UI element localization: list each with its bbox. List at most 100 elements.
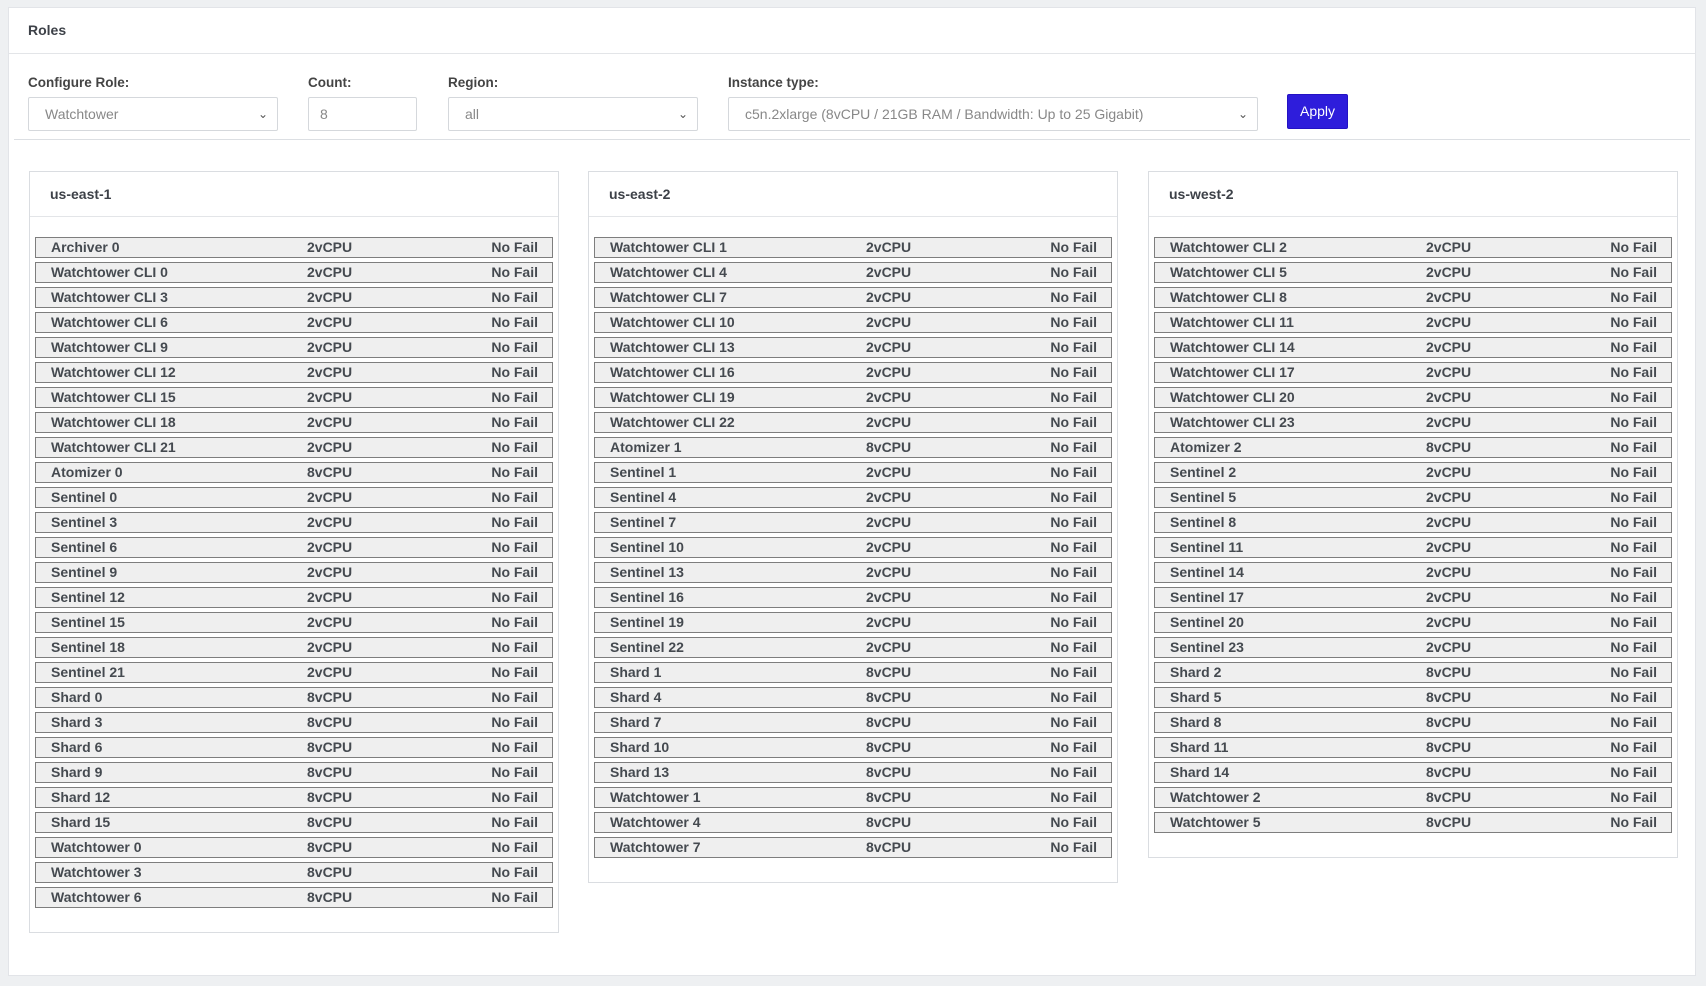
node-name: Sentinel 7	[610, 514, 677, 530]
node-name: Watchtower CLI 17	[1170, 364, 1295, 380]
node-row: Sentinel 14 2vCPU No Fail	[1154, 562, 1672, 583]
node-row: Watchtower CLI 18 2vCPU No Fail	[35, 412, 553, 433]
node-status: No Fail	[1610, 814, 1657, 830]
region-panel-us-east-1: us-east-1 Archiver 0 2vCPU No Fail Watchtow…	[29, 171, 559, 933]
node-name: Watchtower CLI 15	[51, 389, 176, 405]
region-select-value: all	[465, 106, 480, 122]
chevron-down-icon: ⌄	[257, 107, 268, 121]
node-cpu: 2vCPU	[866, 389, 912, 405]
node-row: Watchtower CLI 5 2vCPU No Fail	[1154, 262, 1672, 283]
node-cpu: 2vCPU	[866, 289, 912, 305]
node-cpu: 2vCPU	[307, 614, 353, 630]
node-row: Watchtower CLI 4 2vCPU No Fail	[594, 262, 1112, 283]
role-field-group: Configure Role: Watchtower ⌄	[28, 74, 278, 131]
node-row: Watchtower CLI 9 2vCPU No Fail	[35, 337, 553, 358]
node-cpu: 8vCPU	[1426, 664, 1472, 680]
node-cpu: 2vCPU	[866, 314, 912, 330]
node-row: Watchtower CLI 12 2vCPU No Fail	[35, 362, 553, 383]
node-name: Watchtower 0	[51, 839, 142, 855]
instance-type-select[interactable]: c5n.2xlarge (8vCPU / 21GB RAM / Bandwidt…	[728, 97, 1258, 131]
node-name: Sentinel 18	[51, 639, 125, 655]
node-row: Watchtower 7 8vCPU No Fail	[594, 837, 1112, 858]
node-row: Shard 13 8vCPU No Fail	[594, 762, 1112, 783]
node-row: Sentinel 23 2vCPU No Fail	[1154, 637, 1672, 658]
node-row: Archiver 0 2vCPU No Fail	[35, 237, 553, 258]
node-status: No Fail	[1610, 739, 1657, 755]
roles-card: Roles Configure Role: Watchtower ⌄ Count…	[8, 7, 1696, 976]
node-cpu: 8vCPU	[307, 839, 353, 855]
role-select[interactable]: Watchtower ⌄	[28, 97, 278, 131]
region-select[interactable]: all ⌄	[448, 97, 698, 131]
node-cpu: 8vCPU	[307, 689, 353, 705]
node-row: Shard 6 8vCPU No Fail	[35, 737, 553, 758]
node-row: Watchtower 3 8vCPU No Fail	[35, 862, 553, 883]
node-name: Shard 15	[51, 814, 111, 830]
node-name: Watchtower 6	[51, 889, 142, 905]
node-name: Archiver 0	[51, 239, 120, 255]
node-row: Sentinel 6 2vCPU No Fail	[35, 537, 553, 558]
node-name: Watchtower CLI 23	[1170, 414, 1295, 430]
node-row: Sentinel 7 2vCPU No Fail	[594, 512, 1112, 533]
node-status: No Fail	[491, 664, 538, 680]
node-cpu: 2vCPU	[307, 564, 353, 580]
node-name: Shard 12	[51, 789, 111, 805]
node-name: Shard 4	[610, 689, 662, 705]
node-name: Watchtower 3	[51, 864, 142, 880]
node-name: Watchtower CLI 4	[610, 264, 727, 280]
node-cpu: 2vCPU	[1426, 339, 1472, 355]
node-name: Watchtower CLI 12	[51, 364, 176, 380]
node-status: No Fail	[1050, 664, 1097, 680]
node-row: Shard 7 8vCPU No Fail	[594, 712, 1112, 733]
node-status: No Fail	[1610, 564, 1657, 580]
node-cpu: 8vCPU	[1426, 689, 1472, 705]
node-status: No Fail	[1050, 764, 1097, 780]
node-status: No Fail	[1050, 514, 1097, 530]
node-row: Sentinel 19 2vCPU No Fail	[594, 612, 1112, 633]
node-name: Shard 11	[1170, 739, 1229, 755]
node-name: Shard 5	[1170, 689, 1222, 705]
node-cpu: 8vCPU	[1426, 739, 1472, 755]
node-row: Sentinel 3 2vCPU No Fail	[35, 512, 553, 533]
node-row: Shard 9 8vCPU No Fail	[35, 762, 553, 783]
node-name: Sentinel 20	[1170, 614, 1244, 630]
node-name: Sentinel 1	[610, 464, 677, 480]
node-status: No Fail	[1050, 589, 1097, 605]
node-cpu: 2vCPU	[307, 639, 353, 655]
node-name: Watchtower 2	[1170, 789, 1261, 805]
node-row: Shard 2 8vCPU No Fail	[1154, 662, 1672, 683]
node-name: Watchtower 7	[610, 839, 701, 855]
node-status: No Fail	[1610, 489, 1657, 505]
node-cpu: 8vCPU	[1426, 714, 1472, 730]
node-cpu: 2vCPU	[307, 589, 353, 605]
node-status: No Fail	[1050, 489, 1097, 505]
node-row: Watchtower CLI 0 2vCPU No Fail	[35, 262, 553, 283]
node-status: No Fail	[491, 289, 538, 305]
node-name: Shard 7	[610, 714, 662, 730]
apply-button[interactable]: Apply	[1287, 94, 1348, 129]
count-input[interactable]: 8	[308, 97, 417, 131]
node-row: Shard 14 8vCPU No Fail	[1154, 762, 1672, 783]
node-cpu: 8vCPU	[866, 739, 912, 755]
node-cpu: 2vCPU	[1426, 639, 1472, 655]
node-cpu: 2vCPU	[307, 389, 353, 405]
node-cpu: 2vCPU	[1426, 364, 1472, 380]
node-row: Sentinel 16 2vCPU No Fail	[594, 587, 1112, 608]
node-name: Sentinel 21	[51, 664, 125, 680]
node-list: Watchtower CLI 1 2vCPU No Fail Watchtower C…	[589, 237, 1117, 858]
node-cpu: 2vCPU	[866, 264, 912, 280]
node-cpu: 2vCPU	[1426, 564, 1472, 580]
node-cpu: 2vCPU	[866, 539, 912, 555]
node-name: Sentinel 22	[610, 639, 684, 655]
node-status: No Fail	[1050, 339, 1097, 355]
node-status: No Fail	[1610, 664, 1657, 680]
node-status: No Fail	[1050, 364, 1097, 380]
node-row: Watchtower CLI 19 2vCPU No Fail	[594, 387, 1112, 408]
node-status: No Fail	[1050, 789, 1097, 805]
node-name: Watchtower CLI 2	[1170, 239, 1287, 255]
node-cpu: 2vCPU	[307, 264, 353, 280]
node-row: Watchtower 1 8vCPU No Fail	[594, 787, 1112, 808]
region-panel-us-east-2: us-east-2 Watchtower CLI 1 2vCPU No Fail Wa…	[588, 171, 1118, 883]
node-cpu: 8vCPU	[866, 764, 912, 780]
node-name: Atomizer 0	[51, 464, 123, 480]
node-status: No Fail	[1610, 639, 1657, 655]
